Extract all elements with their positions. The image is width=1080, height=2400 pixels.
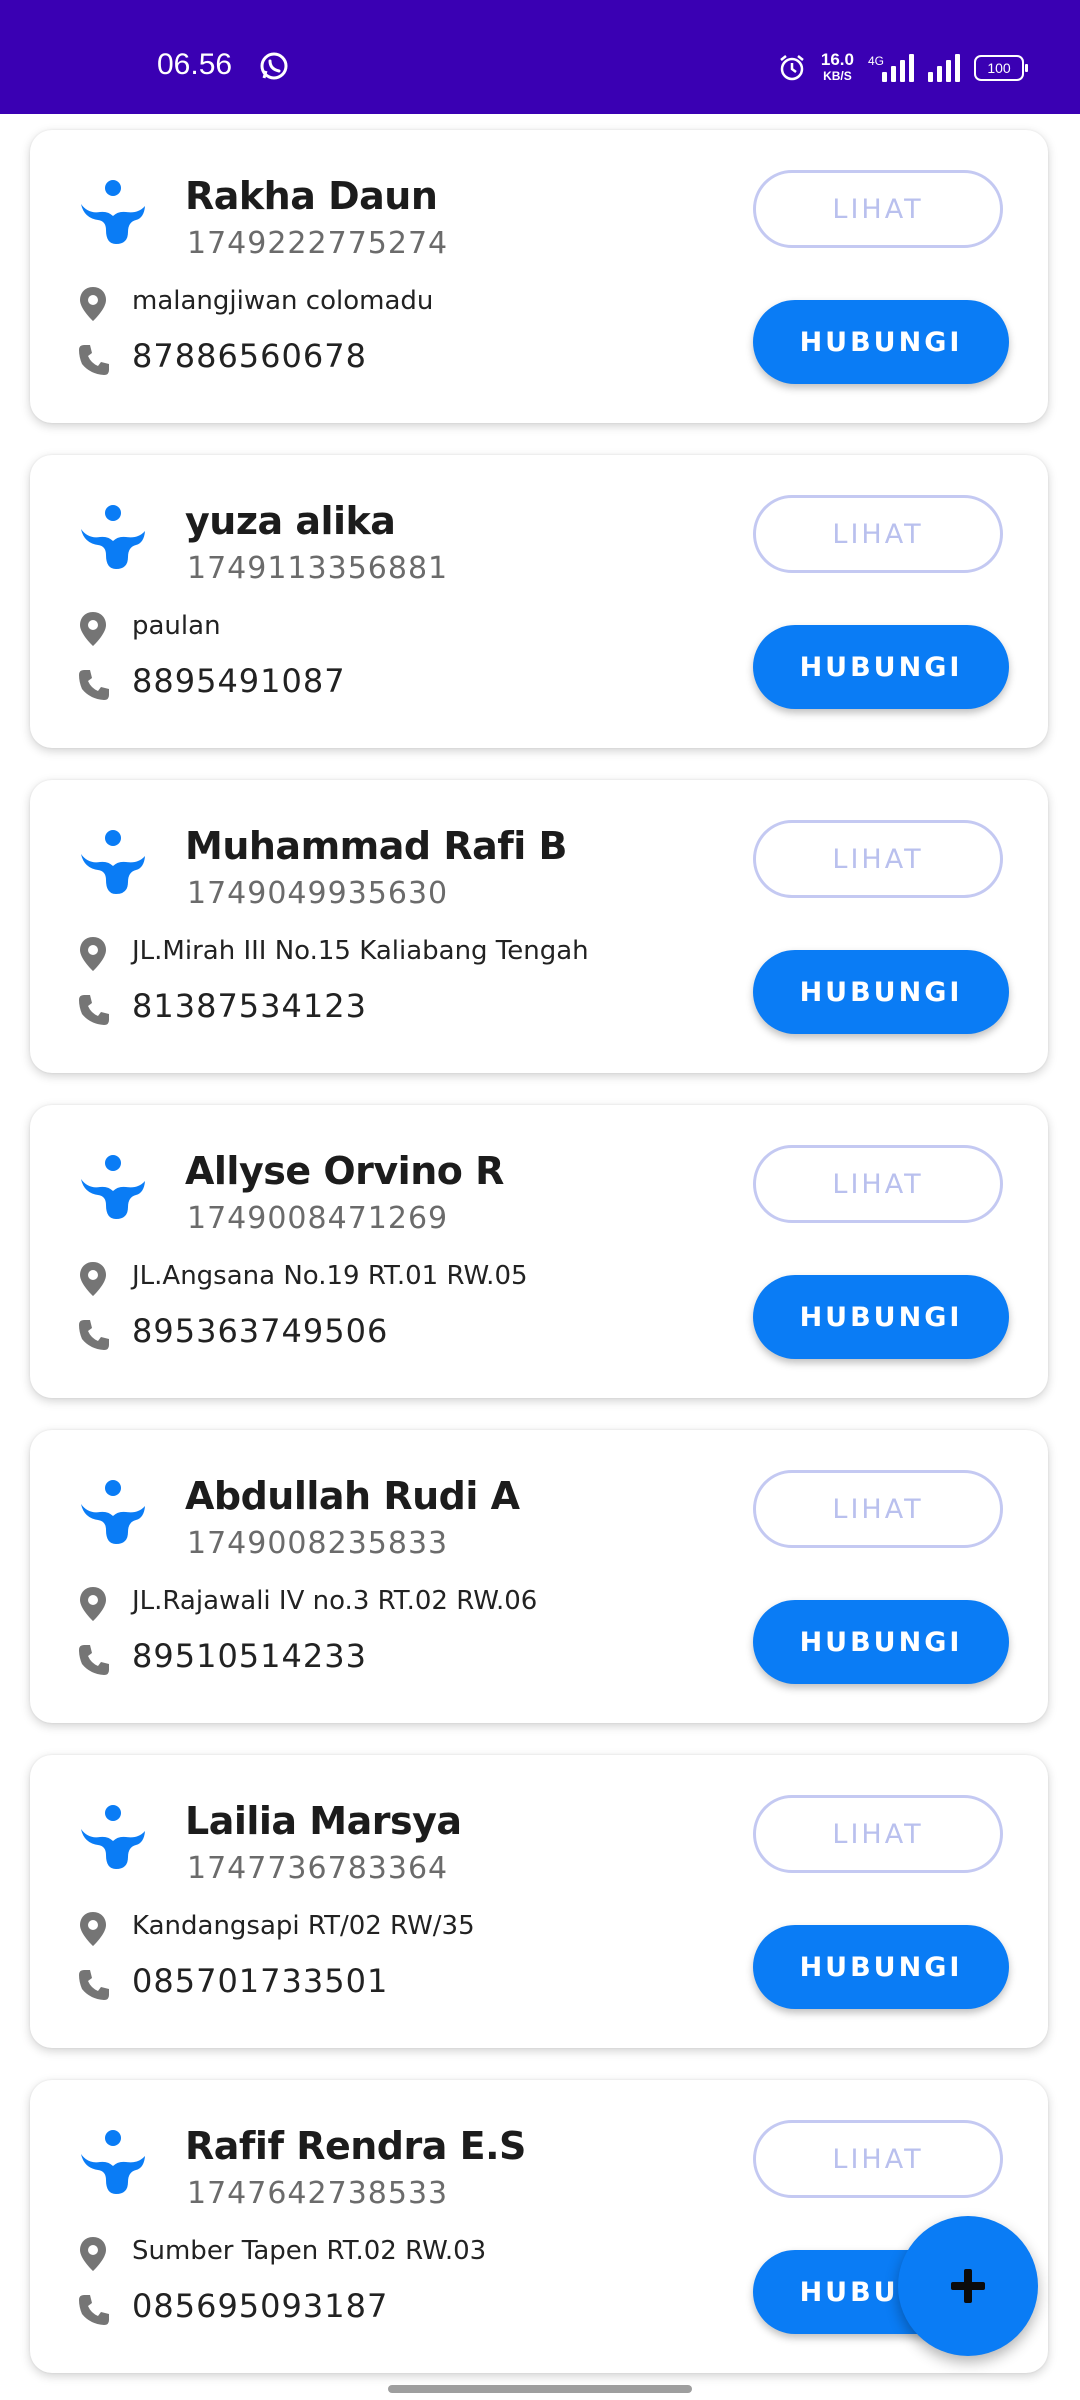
app-logo-icon: [81, 1805, 145, 1869]
contact-card[interactable]: Abdullah Rudi A 1749008235833 JL.Rajawal…: [30, 1430, 1048, 1723]
view-button[interactable]: LIHAT: [753, 1145, 1003, 1223]
contact-button[interactable]: HUBUNGI: [753, 950, 1009, 1034]
add-contact-button[interactable]: [898, 2216, 1038, 2356]
app-logo-icon: [81, 505, 145, 569]
view-button[interactable]: LIHAT: [753, 170, 1003, 248]
contact-button[interactable]: HUBUNGI: [753, 1600, 1009, 1684]
location-pin-icon: [80, 2237, 106, 2271]
alarm-icon: [780, 55, 804, 81]
status-time: 06.56: [157, 48, 233, 81]
contact-id: 1749222775274: [187, 226, 449, 261]
signal-icon: [928, 54, 960, 82]
contact-id: 1749113356881: [187, 551, 449, 586]
battery-level: 100: [987, 60, 1011, 76]
contact-name: Muhammad Rafi B: [185, 824, 567, 868]
status-icons: 16.0 KB/S 4G 100: [777, 48, 1028, 88]
phone-icon: [79, 2295, 109, 2325]
network-label: 4G: [867, 54, 884, 68]
speed-value: 16.0: [820, 50, 854, 69]
contact-button[interactable]: HUBUNGI: [753, 1275, 1009, 1359]
app-logo-icon: [81, 1155, 145, 1219]
contact-phone: 895363749506: [132, 1312, 389, 1350]
contact-address: JL.Rajawali IV no.3 RT.02 RW.06: [132, 1586, 538, 1616]
view-button[interactable]: LIHAT: [753, 1795, 1003, 1873]
phone-icon: [79, 345, 109, 375]
app-logo-icon: [81, 830, 145, 894]
contact-id: 1749008235833: [187, 1526, 449, 1561]
contact-id: 1749008471269: [187, 1201, 449, 1236]
contact-button[interactable]: HUBUNGI: [753, 625, 1009, 709]
contact-phone: 81387534123: [132, 987, 367, 1025]
contact-address: paulan: [132, 611, 221, 641]
phone-icon: [79, 1320, 109, 1350]
contact-card[interactable]: Rafif Rendra E.S 1747642738533 Sumber Ta…: [30, 2080, 1048, 2373]
speed-unit: KB/S: [823, 69, 852, 83]
signal-4g-icon: 4G: [868, 54, 914, 82]
app-logo-icon: [81, 2130, 145, 2194]
contact-card[interactable]: yuza alika 1749113356881 paulan 88954910…: [30, 455, 1048, 748]
view-button[interactable]: LIHAT: [753, 2120, 1003, 2198]
contact-phone: 085701733501: [132, 1962, 389, 2000]
contact-name: Allyse Orvino R: [185, 1149, 504, 1193]
app-logo-icon: [81, 1480, 145, 1544]
contact-card[interactable]: Rakha Daun 1749222775274 malangjiwan col…: [30, 130, 1048, 423]
contact-name: Lailia Marsya: [185, 1799, 462, 1843]
location-pin-icon: [80, 1587, 106, 1621]
view-button[interactable]: LIHAT: [753, 1470, 1003, 1548]
view-button[interactable]: LIHAT: [753, 495, 1003, 573]
contact-address: JL.Angsana No.19 RT.01 RW.05: [132, 1261, 528, 1291]
contact-address: Kandangsapi RT/02 RW/35: [132, 1911, 475, 1941]
whatsapp-icon: [260, 52, 288, 80]
phone-icon: [79, 995, 109, 1025]
location-pin-icon: [80, 612, 106, 646]
phone-icon: [79, 670, 109, 700]
contact-name: yuza alika: [185, 499, 396, 543]
phone-icon: [79, 1970, 109, 2000]
contact-phone: 87886560678: [132, 337, 367, 375]
view-button[interactable]: LIHAT: [753, 820, 1003, 898]
contact-name: Abdullah Rudi A: [185, 1474, 520, 1518]
home-indicator[interactable]: [388, 2385, 692, 2393]
phone-icon: [79, 1645, 109, 1675]
location-pin-icon: [80, 1262, 106, 1296]
location-pin-icon: [80, 287, 106, 321]
contact-address: malangjiwan colomadu: [132, 286, 434, 316]
contact-card[interactable]: Lailia Marsya 1747736783364 Kandangsapi …: [30, 1755, 1048, 2048]
contact-phone: 89510514233: [132, 1637, 367, 1675]
contact-card[interactable]: Muhammad Rafi B 1749049935630 JL.Mirah I…: [30, 780, 1048, 1073]
contact-address: Sumber Tapen RT.02 RW.03: [132, 2236, 487, 2266]
battery-icon: 100: [974, 55, 1028, 81]
contact-name: Rafif Rendra E.S: [185, 2124, 526, 2168]
location-pin-icon: [80, 937, 106, 971]
contact-phone: 085695093187: [132, 2287, 389, 2325]
contact-button[interactable]: HUBUNGI: [753, 1925, 1009, 2009]
app-logo-icon: [81, 180, 145, 244]
contact-card[interactable]: Allyse Orvino R 1749008471269 JL.Angsana…: [30, 1105, 1048, 1398]
network-speed: 16.0 KB/S: [820, 50, 854, 84]
contact-button[interactable]: HUBUNGI: [753, 300, 1009, 384]
contact-id: 1747642738533: [187, 2176, 449, 2211]
contact-address: JL.Mirah III No.15 Kaliabang Tengah: [132, 936, 589, 966]
contact-id: 1747736783364: [187, 1851, 449, 1886]
contact-name: Rakha Daun: [185, 174, 438, 218]
contact-phone: 8895491087: [132, 662, 346, 700]
location-pin-icon: [80, 1912, 106, 1946]
plus-icon: [951, 2269, 985, 2303]
contact-id: 1749049935630: [187, 876, 449, 911]
status-bar: 06.56 16.0 KB/S 4G 100: [0, 0, 1080, 114]
